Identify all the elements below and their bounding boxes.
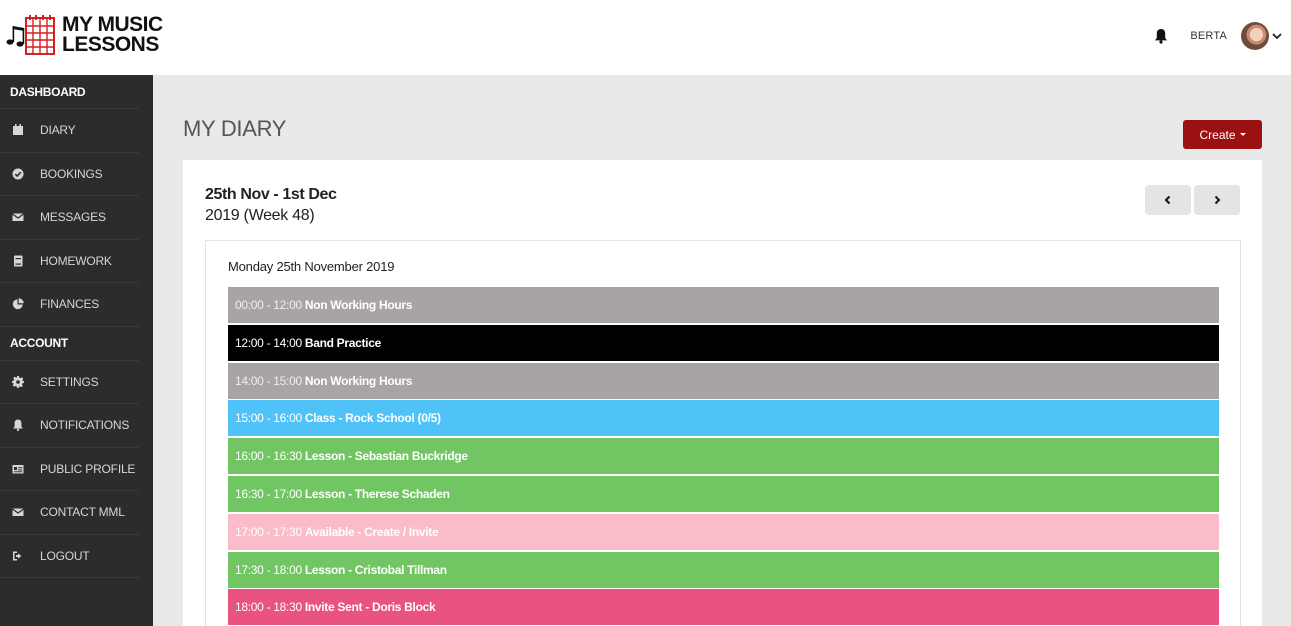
event-label: Invite Sent - Doris Block	[304, 600, 436, 615]
previous-week-button[interactable]	[1145, 185, 1191, 215]
create-button-label: Create	[1199, 127, 1236, 142]
day-title: Monday 25th November 2019	[228, 259, 395, 274]
brand-name: MY MUSIC LESSONS	[62, 13, 163, 56]
envelope-icon	[12, 508, 24, 517]
diary-event[interactable]: 12:00 - 14:00 Band Practice	[228, 324, 1219, 361]
check-circle-icon	[12, 168, 24, 180]
sidebar-item-label: FINANCES	[40, 297, 100, 312]
pie-chart-icon	[12, 298, 24, 310]
event-label: Lesson - Sebastian Buckridge	[304, 449, 468, 464]
week-range: 25th Nov - 1st Dec	[205, 186, 337, 203]
chevron-left-icon	[1164, 195, 1171, 205]
sidebar-item-messages[interactable]: MESSAGES	[0, 196, 139, 240]
diary-event[interactable]: 15:00 - 16:00 Class - Rock School (0/5)	[228, 400, 1219, 437]
event-time: 15:00 - 16:00	[235, 411, 302, 426]
event-time: 16:30 - 17:00	[235, 486, 302, 501]
envelope-icon	[12, 213, 24, 222]
event-time: 18:00 - 18:30	[235, 600, 302, 615]
event-time: 14:00 - 15:00	[235, 373, 302, 388]
diary-event[interactable]: 16:00 - 16:30 Lesson - Sebastian Buckridg…	[228, 438, 1219, 475]
event-time: 17:30 - 18:00	[235, 562, 302, 577]
event-label: Available - Create / Invite	[304, 524, 439, 539]
sidebar-section-account: ACCOUNT	[0, 327, 139, 361]
event-list: 00:00 - 12:00 Non Working Hours 12:00 - 14…	[228, 287, 1219, 626]
music-calendar-icon	[6, 15, 55, 55]
sidebar-item-finances[interactable]: FINANCES	[0, 283, 139, 327]
sidebar-item-label: MESSAGES	[40, 210, 106, 225]
sidebar-item-label: HOMEWORK	[40, 253, 112, 268]
event-label: Non Working Hours	[304, 373, 413, 388]
diary-panel: 25th Nov - 1st Dec 2019 (Week 48) Monday…	[183, 160, 1262, 626]
chevron-right-icon	[1214, 195, 1221, 205]
app-logo[interactable]: MY MUSIC LESSONS	[4, 14, 163, 56]
diary-event[interactable]: 00:00 - 12:00 Non Working Hours	[228, 287, 1219, 323]
caret-down-icon	[1239, 133, 1246, 136]
page-title: MY DIARY	[183, 116, 287, 141]
sidebar-item-label: CONTACT MML	[40, 505, 125, 520]
sidebar-item-label: NOTIFICATIONS	[40, 418, 130, 433]
book-icon	[14, 255, 23, 267]
event-time: 17:00 - 17:30	[235, 524, 302, 539]
event-time: 12:00 - 14:00	[235, 335, 302, 350]
username[interactable]: BERTA	[1190, 30, 1227, 42]
sidebar: DASHBOARD DIARY BOOKINGS MESSAGES HOMEWO…	[0, 75, 153, 626]
brand-line-2: LESSONS	[62, 33, 159, 56]
diary-event[interactable]: 17:30 - 18:00 Lesson - Cristobal Tillman	[228, 551, 1219, 588]
sidebar-item-label: BOOKINGS	[40, 166, 103, 181]
chevron-down-icon[interactable]	[1271, 30, 1283, 42]
event-label: Lesson - Therese Schaden	[304, 486, 450, 501]
week-number: 2019 (Week 48)	[205, 207, 315, 224]
bell-icon	[13, 419, 23, 432]
next-week-button[interactable]	[1194, 185, 1240, 215]
gear-icon	[12, 375, 24, 388]
sidebar-item-label: SETTINGS	[40, 374, 99, 389]
create-button[interactable]: Create	[1183, 120, 1262, 149]
user-avatar[interactable]	[1241, 22, 1269, 50]
sidebar-item-homework[interactable]: HOMEWORK	[0, 240, 139, 283]
diary-event[interactable]: 17:00 - 17:30 Available - Create / Invite	[228, 513, 1219, 550]
sidebar-item-logout[interactable]: LOGOUT	[0, 535, 139, 578]
event-time: 16:00 - 16:30	[235, 449, 302, 464]
sidebar-item-settings[interactable]: SETTINGS	[0, 361, 139, 404]
event-time: 00:00 - 12:00	[235, 298, 302, 312]
week-pager	[1145, 185, 1240, 215]
event-label: Class - Rock School (0/5)	[304, 411, 441, 426]
sidebar-item-contact-mml[interactable]: CONTACT MML	[0, 491, 139, 535]
sidebar-item-label: DIARY	[40, 123, 76, 138]
event-label: Lesson - Cristobal Tillman	[304, 562, 447, 577]
id-card-icon	[12, 464, 24, 474]
sidebar-section-dashboard: DASHBOARD	[0, 75, 139, 109]
notifications-bell-icon[interactable]	[1154, 28, 1168, 44]
diary-event[interactable]: 16:30 - 17:00 Lesson - Therese Schaden	[228, 475, 1219, 512]
sign-out-icon	[13, 551, 22, 561]
sidebar-item-notifications[interactable]: NOTIFICATIONS	[0, 404, 139, 448]
day-schedule: Monday 25th November 2019 00:00 - 12:00 N…	[205, 240, 1241, 626]
sidebar-item-public-profile[interactable]: PUBLIC PROFILE	[0, 448, 139, 491]
sidebar-item-bookings[interactable]: BOOKINGS	[0, 153, 139, 196]
top-header: MY MUSIC LESSONS BERTA	[0, 0, 1291, 75]
sidebar-item-label: LOGOUT	[40, 548, 90, 563]
event-label: Band Practice	[304, 335, 381, 350]
sidebar-item-label: PUBLIC PROFILE	[40, 461, 136, 476]
diary-event[interactable]: 18:00 - 18:30 Invite Sent - Doris Block	[228, 589, 1219, 626]
sidebar-item-diary[interactable]: DIARY	[0, 109, 139, 153]
brand-line-1: MY MUSIC	[62, 13, 163, 36]
calendar-icon	[13, 124, 23, 136]
diary-event[interactable]: 14:00 - 15:00 Non Working Hours	[228, 362, 1219, 399]
event-label: Non Working Hours	[304, 298, 413, 312]
user-area: BERTA	[1154, 18, 1283, 54]
